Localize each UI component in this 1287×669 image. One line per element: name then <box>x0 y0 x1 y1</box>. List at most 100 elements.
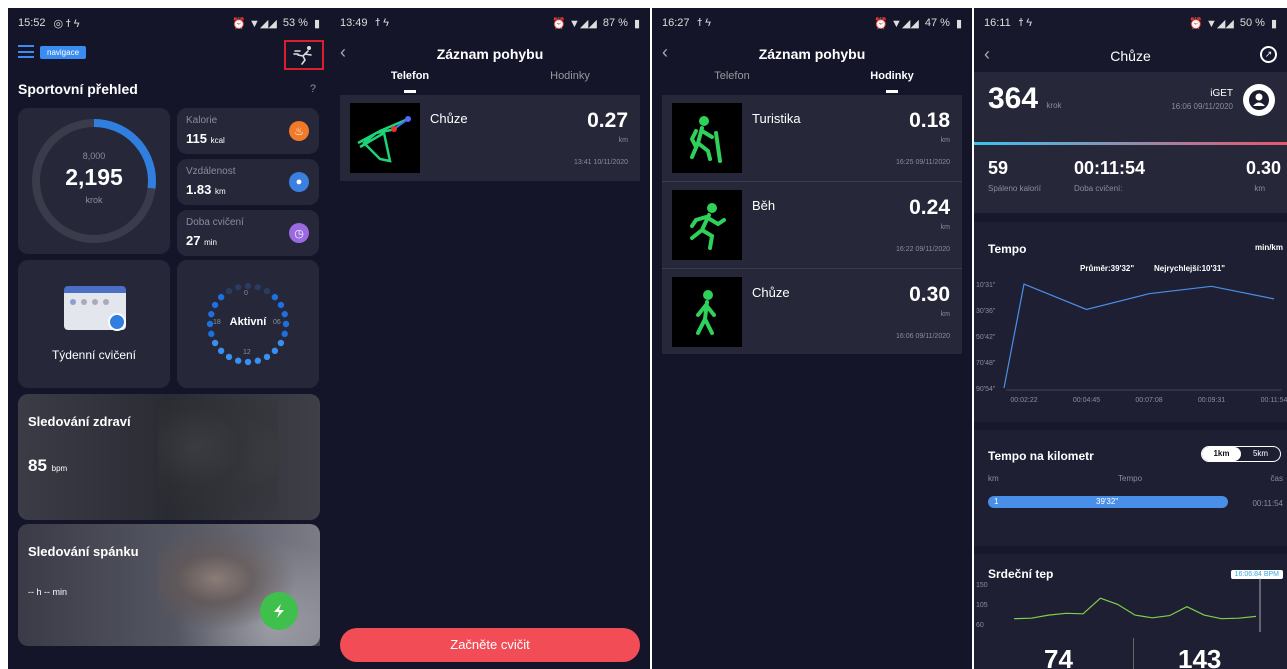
activity-dot <box>208 330 215 338</box>
sleep-title: Sledování spánku <box>28 544 139 559</box>
record-item[interactable]: Turistika 0.18 km 16:25 09/11/2020 <box>662 95 962 181</box>
tempo-x-tick: 00:09:31 <box>1198 397 1225 404</box>
sport-overview-screen: 15:52 ◎ ϯ ϟ ⏰ ▼◢◢ 53 % ▮ navigace Sportovní… <box>8 8 330 669</box>
activity-dot <box>271 293 279 301</box>
duration-value: 00:11:54 <box>1074 158 1146 178</box>
activity-dot <box>225 287 233 295</box>
share-icon[interactable]: ↗ <box>1260 46 1277 63</box>
calories-value: 59 <box>988 158 1009 178</box>
step-count-number: 364 <box>988 82 1039 115</box>
heart-y-tick: 150 <box>976 582 988 589</box>
activity-dot <box>277 301 285 309</box>
distance-card[interactable]: Vzdálenost 1.83 km ● <box>177 159 319 205</box>
calories-value: 115 kcal <box>186 131 225 146</box>
record-distance: 0.30 <box>909 283 950 306</box>
status-time: 16:27 <box>662 17 690 29</box>
record-name: Běh <box>752 198 776 213</box>
lightning-icon <box>274 604 284 618</box>
signal-icons: ⏰ ▼◢◢ <box>1189 17 1234 30</box>
notification-icons: ϯ ϟ <box>1018 17 1033 29</box>
tempo-y-tick: 50'42" <box>976 334 996 341</box>
activity-dot <box>277 339 285 347</box>
battery-level: 87 % <box>602 17 628 29</box>
step-count: 364 krok <box>988 82 1062 116</box>
calories-label: Kalorie <box>186 115 218 126</box>
activity-dot <box>225 353 233 361</box>
record-unit: km <box>940 137 950 144</box>
heart-y-tick: 60 <box>976 622 984 629</box>
avatar-icon <box>1243 84 1275 116</box>
bar-km: 1 <box>994 497 999 506</box>
activity-dot <box>234 284 242 291</box>
calories-card[interactable]: Kalorie 115 kcal ♨ <box>177 108 319 154</box>
weekly-exercise-card[interactable]: Týdenní cvičení <box>18 260 170 388</box>
battery-icon: ▮ <box>955 17 962 30</box>
phone-records-screen: 13:49 ϯ ϟ ⏰ ▼◢◢ 87 % ▮ ‹ Záznam pohybu Tele… <box>330 8 650 669</box>
activity-dot <box>254 284 262 291</box>
signal-icons: ⏰ ▼◢◢ <box>552 17 597 30</box>
workout-shortcut-button[interactable] <box>284 40 324 70</box>
toggle-5km[interactable]: 5km <box>1241 447 1280 461</box>
steps-goal: 8,000 <box>82 151 106 161</box>
exercise-time-unit: min <box>204 238 217 247</box>
column-tempo: Tempo <box>1118 474 1143 483</box>
activity-dot <box>244 282 252 290</box>
exercise-time-number: 27 <box>186 233 201 248</box>
activity-dot <box>281 330 288 338</box>
tempo-unit: min/km <box>1254 243 1283 252</box>
record-item[interactable]: Chůze 0.27 km 13:41 10/11/2020 <box>340 95 640 181</box>
activity-clock-card[interactable]: 0 06 12 18 Aktivní <box>177 260 319 388</box>
activity-dot <box>217 293 225 301</box>
calendar-icon <box>64 286 126 331</box>
record-date: 16:06 09/11/2020 <box>1171 102 1233 111</box>
column-time: čas <box>1270 474 1283 483</box>
stats-divider <box>1133 638 1134 669</box>
tab-phone[interactable]: Telefon <box>652 70 812 82</box>
tempo-y-tick: 30'36" <box>976 308 996 315</box>
calories-label: Spáleno kalorií <box>988 184 1041 193</box>
steps-card[interactable]: 8,000 2,195 krok <box>18 108 170 254</box>
status-time: 16:11 <box>984 17 1011 29</box>
status-bar: 16:11 ϯ ϟ ⏰ ▼◢◢ 50 % ▮ <box>974 8 1287 38</box>
source-tabs: Telefon Hodinky <box>330 70 650 93</box>
source-tabs: Telefon Hodinky <box>652 70 972 93</box>
heart-y-tick: 105 <box>976 602 988 609</box>
status-bar: 15:52 ◎ ϯ ϟ ⏰ ▼◢◢ 53 % ▮ <box>8 8 330 38</box>
exercise-time-value: 27 min <box>186 233 217 248</box>
battery-icon: ▮ <box>1270 17 1277 30</box>
device-brand: iGET <box>1210 88 1233 99</box>
help-icon[interactable]: ? <box>310 83 316 95</box>
flame-icon: ♨ <box>289 121 309 141</box>
distance-number: 1.83 <box>186 182 212 197</box>
tab-watch[interactable]: Hodinky <box>812 70 972 93</box>
duration-label: Doba cvičení: <box>1074 184 1123 193</box>
tempo-series-line <box>1003 283 1275 389</box>
start-exercise-button[interactable]: Začněte cvičit <box>340 628 640 662</box>
record-item[interactable]: Chůze 0.30 km 16:06 09/11/2020 <box>662 269 962 355</box>
weekly-exercise-label: Týdenní cvičení <box>51 348 137 362</box>
battery-level: 50 % <box>1239 17 1265 29</box>
record-item[interactable]: Běh 0.24 km 16:22 09/11/2020 <box>662 182 962 268</box>
battery-icon: ▮ <box>633 17 640 30</box>
distance-unit: km <box>214 187 226 196</box>
activity-dot <box>263 287 271 295</box>
start-workout-fab[interactable] <box>260 592 298 630</box>
record-unit: km <box>940 311 950 318</box>
tab-watch[interactable]: Hodinky <box>490 70 650 82</box>
signal-icons: ⏰ ▼◢◢ <box>874 17 919 30</box>
notification-icons: ◎ ϯ ϟ <box>53 17 80 30</box>
bar-tempo: 39'32" <box>1096 497 1119 506</box>
menu-icon[interactable] <box>18 45 34 58</box>
tab-phone[interactable]: Telefon <box>330 70 490 93</box>
record-distance: 0.27 <box>587 109 628 132</box>
toggle-1km[interactable]: 1km <box>1202 447 1241 461</box>
distance-label: Vzdálenost <box>186 166 236 177</box>
health-card[interactable]: Sledování zdraví 85 bpm <box>18 394 320 520</box>
clock-icon: ◷ <box>289 223 309 243</box>
record-distance: 0.18 <box>909 109 950 132</box>
record-name: Chůze <box>752 285 790 300</box>
nav-badge[interactable]: navigace <box>40 46 87 59</box>
column-km: km <box>988 474 999 483</box>
exercise-time-card[interactable]: Doba cvičení 27 min ◷ <box>177 210 319 256</box>
sleep-card[interactable]: Sledování spánku -- h -- min <box>18 524 320 646</box>
